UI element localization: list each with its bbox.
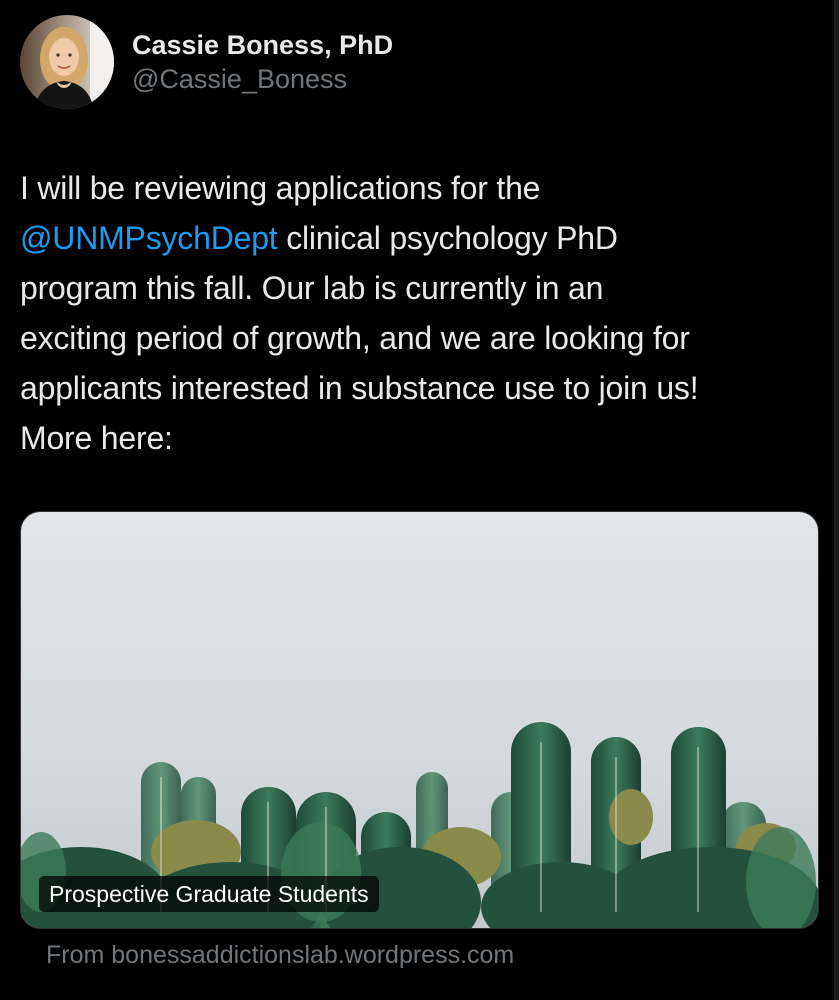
link-card[interactable]: Prospective Graduate Students <box>20 511 819 929</box>
tweet: Cassie Boness, PhD @Cassie_Boness I will… <box>0 0 839 1000</box>
tweet-line: program this fall. Our lab is currently … <box>20 270 604 306</box>
tweet-line: @UNMPsychDept clinical psychology PhD <box>20 213 830 263</box>
tweet-line: More here: <box>20 420 173 456</box>
author-names: Cassie Boness, PhD @Cassie_Boness <box>132 28 393 96</box>
cactus-photo-icon <box>21 512 818 928</box>
link-card-title: Prospective Graduate Students <box>39 876 379 912</box>
scrollbar[interactable] <box>834 0 839 1000</box>
link-source[interactable]: From bonessaddictionslab.wordpress.com <box>46 937 514 973</box>
user-handle[interactable]: @Cassie_Boness <box>132 62 393 96</box>
tweet-text: I will be reviewing applications for the… <box>20 163 830 463</box>
profile-photo-icon <box>20 15 114 109</box>
tweet-header: Cassie Boness, PhD @Cassie_Boness <box>20 15 393 109</box>
tweet-line: exciting period of growth, and we are lo… <box>20 320 690 356</box>
tweet-line: applicants interested in substance use t… <box>20 370 699 406</box>
display-name[interactable]: Cassie Boness, PhD <box>132 28 393 62</box>
tweet-line: I will be reviewing applications for the <box>20 170 541 206</box>
tweet-line-text: clinical psychology PhD <box>277 220 618 256</box>
avatar[interactable] <box>20 15 114 109</box>
mention-link[interactable]: @UNMPsychDept <box>20 220 278 256</box>
